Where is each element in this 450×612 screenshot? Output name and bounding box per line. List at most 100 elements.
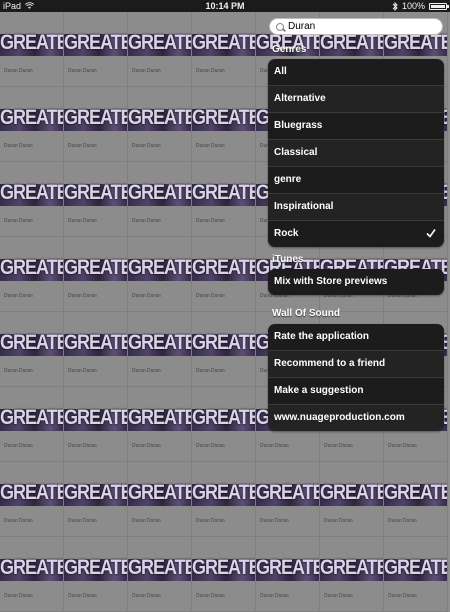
album-tile[interactable]: GREATEST Duran Duran xyxy=(384,537,448,612)
album-tile[interactable]: GREATEST Duran Duran xyxy=(0,462,64,537)
wall-item-label: Recommend to a friend xyxy=(274,358,386,369)
album-caption: Duran Duran xyxy=(132,368,161,374)
album-art-text: GREATEST xyxy=(128,179,191,204)
album-tile[interactable]: GREATEST Duran Duran xyxy=(128,387,192,462)
itunes-header: iTunes xyxy=(272,254,304,265)
wall-item-label: Make a suggestion xyxy=(274,385,364,396)
album-caption: Duran Duran xyxy=(132,293,161,299)
album-tile[interactable]: GREATEST Duran Duran xyxy=(128,237,192,312)
wall-item[interactable]: Rate the application xyxy=(268,324,444,351)
search-input[interactable]: Duran xyxy=(288,21,315,32)
album-art-text: GREATEST xyxy=(64,479,127,504)
album-tile[interactable]: GREATEST Duran Duran xyxy=(192,387,256,462)
album-tile[interactable]: GREATEST Duran Duran xyxy=(256,537,320,612)
album-caption: Duran Duran xyxy=(4,518,33,524)
album-art-text: GREATEST xyxy=(128,254,191,279)
album-art-text: GREATEST xyxy=(0,29,63,54)
album-tile[interactable]: GREATEST Duran Duran xyxy=(0,237,64,312)
album-art-text: GREATEST xyxy=(384,554,447,579)
album-tile[interactable]: GREATEST Duran Duran xyxy=(192,237,256,312)
album-caption: Duran Duran xyxy=(196,68,225,74)
album-tile[interactable]: GREATEST Duran Duran xyxy=(0,312,64,387)
album-caption: Duran Duran xyxy=(196,518,225,524)
album-tile[interactable]: GREATEST Duran Duran xyxy=(128,12,192,87)
album-art-text: GREATEST xyxy=(0,329,63,354)
album-tile[interactable]: GREATEST Duran Duran xyxy=(0,87,64,162)
album-caption: Duran Duran xyxy=(196,443,225,449)
album-tile[interactable]: GREATEST Duran Duran xyxy=(128,312,192,387)
wall-item[interactable]: www.nuageproduction.com xyxy=(268,405,444,431)
album-caption: Duran Duran xyxy=(4,368,33,374)
album-art-text: GREATEST xyxy=(128,329,191,354)
album-tile[interactable]: GREATEST Duran Duran xyxy=(64,462,128,537)
album-tile[interactable]: GREATEST Duran Duran xyxy=(320,537,384,612)
genre-item[interactable]: Alternative xyxy=(268,86,444,113)
genre-item-label: Alternative xyxy=(274,93,326,104)
album-art-text: GREATEST xyxy=(320,479,383,504)
album-art-text: GREATEST xyxy=(0,254,63,279)
album-art-text: GREATEST xyxy=(64,254,127,279)
album-caption: Duran Duran xyxy=(132,143,161,149)
genre-item-label: Rock xyxy=(274,228,299,239)
album-caption: Duran Duran xyxy=(132,518,161,524)
genre-item-label: Inspirational xyxy=(274,201,334,212)
album-art-text: GREATEST xyxy=(192,479,255,504)
album-tile[interactable]: GREATEST Duran Duran xyxy=(128,87,192,162)
checkmark-icon xyxy=(426,229,436,238)
album-tile[interactable]: GREATEST Duran Duran xyxy=(192,87,256,162)
genre-item[interactable]: All xyxy=(268,59,444,86)
album-tile[interactable]: GREATEST Duran Duran xyxy=(128,537,192,612)
album-tile[interactable]: GREATEST Duran Duran xyxy=(192,12,256,87)
album-tile[interactable]: GREATEST Duran Duran xyxy=(64,387,128,462)
album-tile[interactable]: GREATEST Duran Duran xyxy=(64,87,128,162)
album-tile[interactable]: GREATEST Duran Duran xyxy=(128,462,192,537)
genre-item[interactable]: Bluegrass xyxy=(268,113,444,140)
battery-percent: 100% xyxy=(401,1,425,11)
album-tile[interactable]: GREATEST Duran Duran xyxy=(64,162,128,237)
wall-header: Wall Of Sound xyxy=(272,308,340,319)
album-art-text: GREATEST xyxy=(128,29,191,54)
album-caption: Duran Duran xyxy=(324,518,353,524)
wall-item-label: Rate the application xyxy=(274,331,370,342)
album-tile[interactable]: GREATEST Duran Duran xyxy=(64,312,128,387)
album-art-text: GREATEST xyxy=(64,29,127,54)
album-tile[interactable]: GREATEST Duran Duran xyxy=(384,462,448,537)
itunes-item-label: Mix with Store previews xyxy=(274,276,388,287)
album-tile[interactable]: GREATEST Duran Duran xyxy=(64,12,128,87)
search-field[interactable]: Duran xyxy=(269,18,443,35)
album-art-text: GREATEST xyxy=(192,179,255,204)
album-art-text: GREATEST xyxy=(64,104,127,129)
album-art-text: GREATEST xyxy=(64,179,127,204)
album-tile[interactable]: GREATEST Duran Duran xyxy=(192,162,256,237)
album-tile[interactable]: GREATEST Duran Duran xyxy=(128,162,192,237)
genre-item[interactable]: Rock xyxy=(268,221,444,247)
album-tile[interactable]: GREATEST Duran Duran xyxy=(0,387,64,462)
album-tile[interactable]: GREATEST Duran Duran xyxy=(64,537,128,612)
itunes-list: Mix with Store previews xyxy=(268,269,444,295)
album-tile[interactable]: GREATEST Duran Duran xyxy=(0,12,64,87)
album-art-text: GREATEST xyxy=(192,329,255,354)
genre-item[interactable]: Inspirational xyxy=(268,194,444,221)
album-art-text: GREATEST xyxy=(320,554,383,579)
wall-item[interactable]: Recommend to a friend xyxy=(268,351,444,378)
album-tile[interactable]: GREATEST Duran Duran xyxy=(192,537,256,612)
album-art-text: GREATEST xyxy=(128,104,191,129)
album-tile[interactable]: GREATEST Duran Duran xyxy=(64,237,128,312)
genre-item[interactable]: genre xyxy=(268,167,444,194)
album-caption: Duran Duran xyxy=(132,218,161,224)
album-tile[interactable]: GREATEST Duran Duran xyxy=(192,462,256,537)
album-art-text: GREATEST xyxy=(64,329,127,354)
album-tile[interactable]: GREATEST Duran Duran xyxy=(320,462,384,537)
genre-item[interactable]: Classical xyxy=(268,140,444,167)
genre-item-label: Bluegrass xyxy=(274,120,323,131)
album-caption: Duran Duran xyxy=(132,68,161,74)
album-tile[interactable]: GREATEST Duran Duran xyxy=(0,537,64,612)
album-tile[interactable]: GREATEST Duran Duran xyxy=(0,162,64,237)
wall-item[interactable]: Make a suggestion xyxy=(268,378,444,405)
album-caption: Duran Duran xyxy=(196,368,225,374)
album-caption: Duran Duran xyxy=(260,593,289,599)
itunes-item[interactable]: Mix with Store previews xyxy=(268,269,444,295)
album-tile[interactable]: GREATEST Duran Duran xyxy=(256,462,320,537)
album-tile[interactable]: GREATEST Duran Duran xyxy=(192,312,256,387)
album-caption: Duran Duran xyxy=(4,593,33,599)
